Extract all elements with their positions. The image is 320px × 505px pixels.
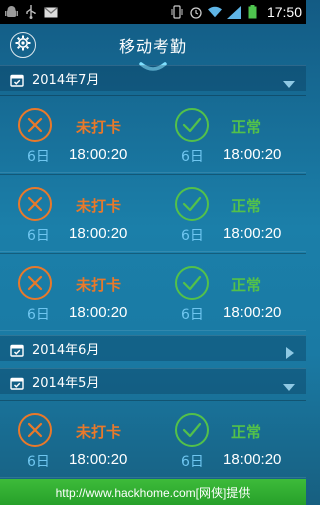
clock-in-status: 未打卡 (76, 423, 122, 441)
android-icon (4, 5, 18, 19)
month-label: 2014年6月 (32, 343, 100, 358)
collapse-triangle-icon[interactable] (282, 377, 296, 391)
expand-triangle-icon[interactable] (282, 344, 296, 359)
collapse-triangle-icon[interactable] (282, 74, 296, 88)
attendance-row[interactable]: 未打卡 6日 18:00:20 正常 6日 18:00:20 (0, 253, 306, 331)
check-icon (175, 108, 209, 142)
clock-in-status: 未打卡 (76, 197, 122, 215)
calendar-icon (10, 342, 24, 357)
clock-in-time: 18:00:20 (69, 304, 128, 321)
missed-x-icon (18, 108, 52, 142)
footer-watermark: http://www.hackhome.com[网侠]提供 (0, 479, 306, 505)
signal-icon (226, 5, 241, 19)
clock-out-status: 正常 (231, 423, 262, 441)
gmail-icon (44, 5, 58, 19)
clock-in-cell: 未打卡 6日 18:00:20 (0, 96, 153, 174)
clock-out-cell: 正常 6日 18:00:20 (153, 401, 306, 479)
month-header-2014-06[interactable]: 2014年6月 (0, 335, 306, 361)
missed-x-icon (18, 187, 52, 221)
clock-out-time: 18:00:20 (223, 146, 282, 163)
month-header-2014-07[interactable]: 2014年7月 (0, 65, 306, 91)
clock-in-day: 6日 (27, 149, 50, 165)
clock-in-cell: 未打卡 6日 18:00:20 (0, 175, 153, 253)
clock-out-time: 18:00:20 (223, 451, 282, 468)
clock-in-status: 未打卡 (76, 118, 122, 136)
clock-out-cell: 正常 6日 18:00:20 (153, 175, 306, 253)
clock-out-cell: 正常 6日 18:00:20 (153, 96, 306, 174)
calendar-icon (10, 375, 24, 390)
clock-in-time: 18:00:20 (69, 146, 128, 163)
clock-in-status: 未打卡 (76, 276, 122, 294)
wifi-icon (207, 5, 222, 19)
attendance-row[interactable]: 未打卡 6日 18:00:20 正常 6日 18:00:20 (0, 95, 306, 173)
vibrate-icon (170, 5, 184, 19)
settings-button[interactable] (10, 32, 36, 58)
clock-out-status: 正常 (231, 118, 262, 136)
clock-out-day: 6日 (181, 149, 204, 165)
missed-x-icon (18, 413, 52, 447)
clock-in-day: 6日 (27, 307, 50, 323)
month-label: 2014年5月 (32, 376, 100, 391)
check-icon (175, 187, 209, 221)
clock-out-time: 18:00:20 (223, 304, 282, 321)
gear-icon (15, 35, 31, 55)
clock-in-day: 6日 (27, 454, 50, 470)
check-icon (175, 413, 209, 447)
clock-out-status: 正常 (231, 276, 262, 294)
calendar-icon (10, 72, 24, 87)
clock-out-day: 6日 (181, 228, 204, 244)
battery-icon (246, 5, 260, 19)
status-time: 17:50 (266, 4, 302, 20)
clock-out-cell: 正常 6日 18:00:20 (153, 254, 306, 332)
clock-in-cell: 未打卡 6日 18:00:20 (0, 254, 153, 332)
clock-out-day: 6日 (181, 307, 204, 323)
clock-out-status: 正常 (231, 197, 262, 215)
alarm-icon (189, 5, 203, 19)
attendance-row[interactable]: 未打卡 6日 18:00:20 正常 6日 18:00:20 (0, 174, 306, 252)
page-title: 移动考勤 (118, 37, 187, 56)
clock-in-day: 6日 (27, 228, 50, 244)
missed-x-icon (18, 266, 52, 300)
check-icon (175, 266, 209, 300)
clock-out-day: 6日 (181, 454, 204, 470)
month-label: 2014年7月 (32, 73, 100, 88)
clock-out-time: 18:00:20 (223, 225, 282, 242)
clock-in-time: 18:00:20 (69, 225, 128, 242)
clock-in-time: 18:00:20 (69, 451, 128, 468)
usb-icon (24, 5, 38, 19)
attendance-row[interactable]: 未打卡 6日 18:00:20 正常 6日 18:00:20 (0, 400, 306, 478)
month-header-2014-05[interactable]: 2014年5月 (0, 368, 306, 394)
clock-in-cell: 未打卡 6日 18:00:20 (0, 401, 153, 479)
status-bar: 17:50 (0, 0, 306, 24)
